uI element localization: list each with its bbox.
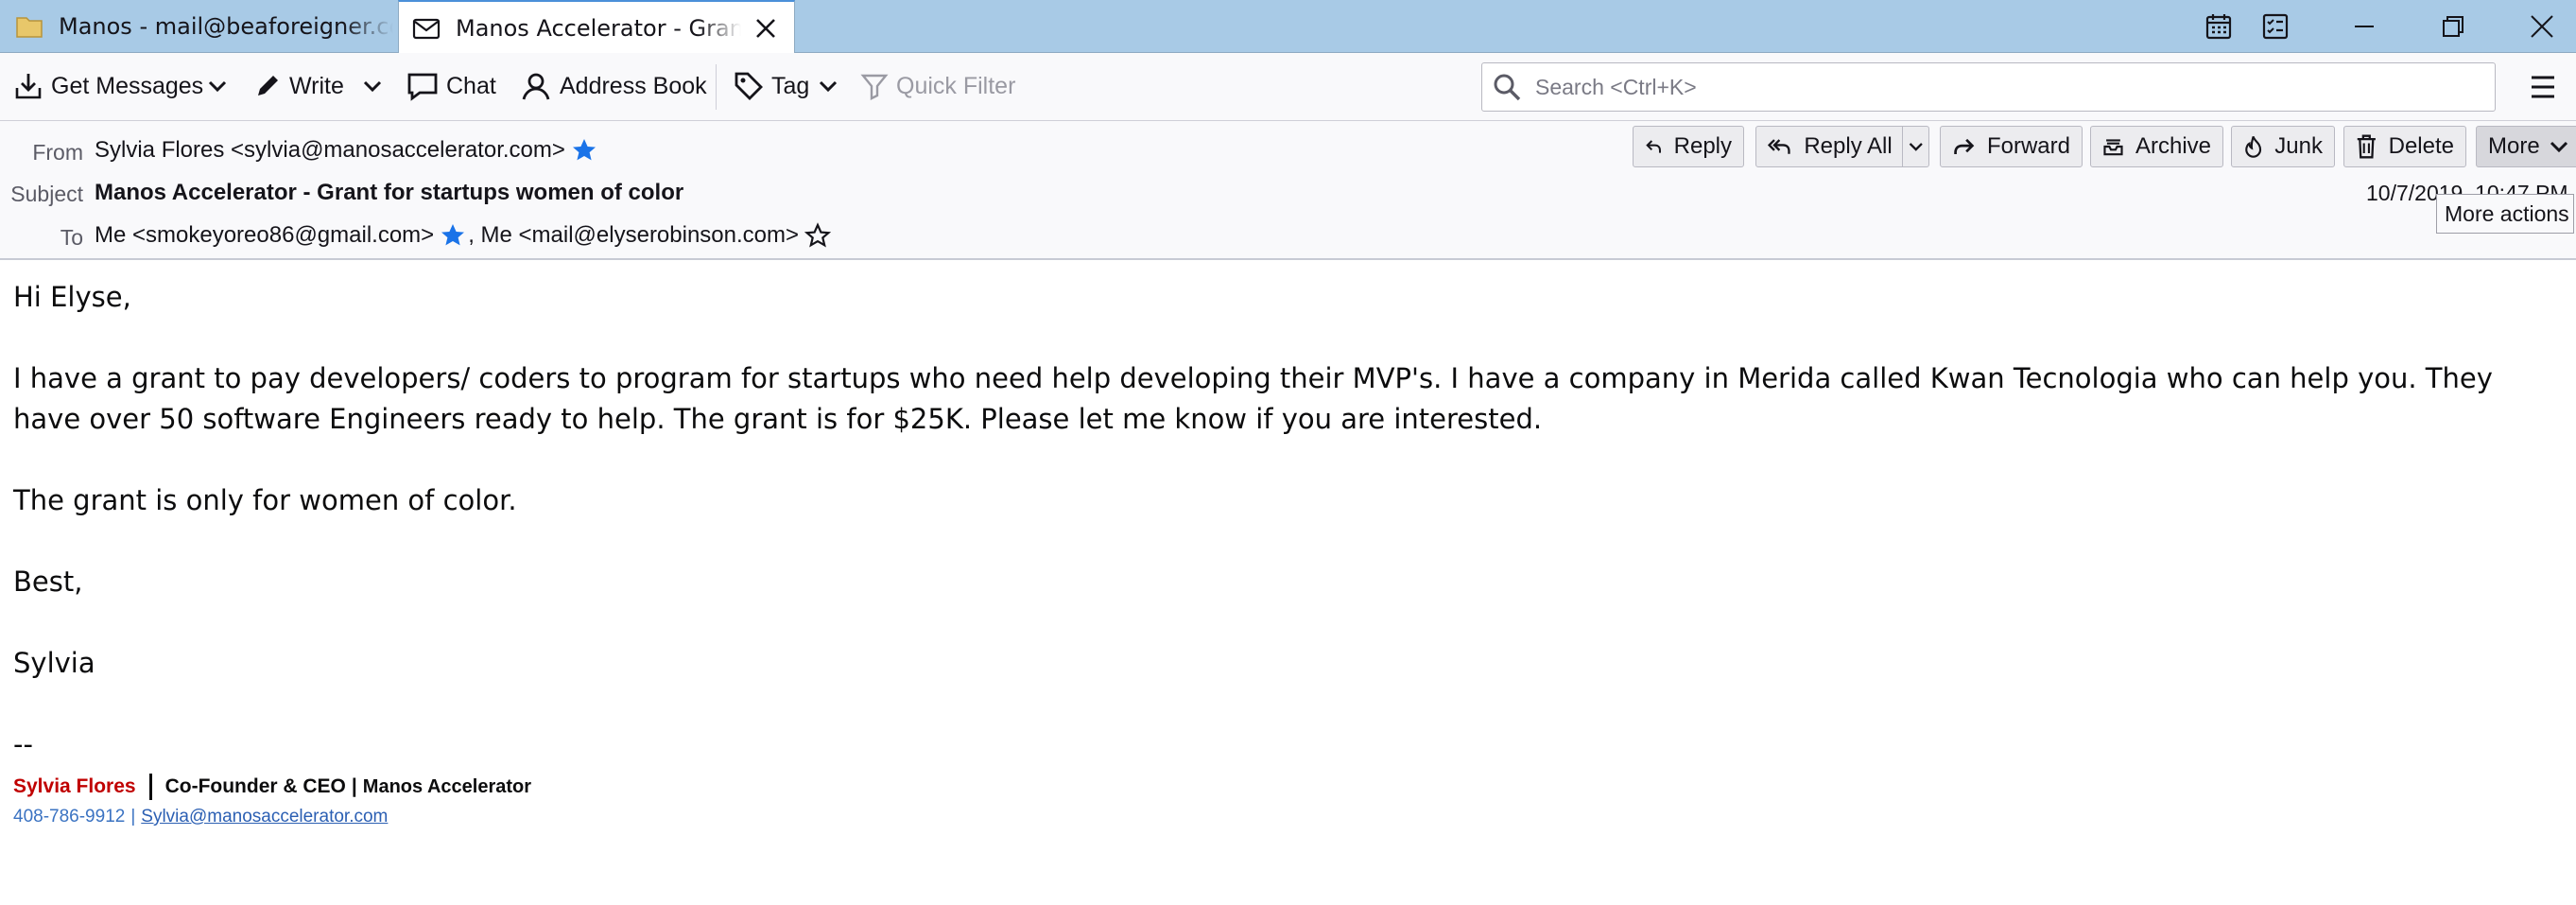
fire-icon xyxy=(2245,136,2262,158)
to-label: To xyxy=(60,225,83,250)
tag-icon xyxy=(735,72,763,100)
signature-phone: 408-786-9912 xyxy=(13,807,126,827)
signature-phone-divider: | xyxy=(130,807,136,827)
signature-separator: -- xyxy=(13,728,33,760)
reply-label: Reply xyxy=(1673,133,1732,159)
close-tab-icon[interactable] xyxy=(749,11,783,45)
star-filled-icon[interactable] xyxy=(440,222,466,249)
write-button[interactable]: Write xyxy=(253,64,344,108)
address-book-label: Address Book xyxy=(560,72,707,99)
subject-label: Subject xyxy=(10,182,83,206)
closing: Best, xyxy=(13,566,83,598)
reply-button[interactable]: Reply xyxy=(1633,126,1744,167)
chevron-down-icon xyxy=(208,80,227,93)
chat-icon xyxy=(407,73,438,101)
reply-all-icon xyxy=(1768,139,1790,154)
chat-label: Chat xyxy=(446,72,496,99)
signature-email-link[interactable]: Sylvia@manosaccelerator.com xyxy=(141,807,388,827)
get-messages-label: Get Messages xyxy=(51,72,204,99)
message-header: From Sylvia Flores <sylvia@manosaccelera… xyxy=(0,121,2576,260)
chat-button[interactable]: Chat xyxy=(406,64,496,108)
tab-message[interactable]: Manos Accelerator - Grant for startups w… xyxy=(398,0,795,54)
folder-icon xyxy=(15,12,43,41)
tab-title: Manos - mail@beaforeigner.com xyxy=(59,13,393,40)
archive-icon xyxy=(2103,139,2123,156)
minimize-icon[interactable] xyxy=(2337,0,2392,53)
signature-role-divider: | xyxy=(351,775,357,797)
chevron-down-icon xyxy=(363,80,382,93)
quick-filter-label: Quick Filter xyxy=(896,72,1016,99)
filter-icon xyxy=(860,74,889,100)
forward-icon xyxy=(1954,138,1975,155)
envelope-icon xyxy=(412,14,441,43)
search-icon xyxy=(1494,74,1521,101)
chevron-down-icon[interactable] xyxy=(1909,140,1924,153)
button-divider xyxy=(1901,127,1903,166)
quick-filter-button[interactable]: Quick Filter xyxy=(860,64,1015,108)
tab-strip: Manos - mail@beaforeigner.com Manos Acce… xyxy=(0,0,2576,54)
more-button[interactable]: More xyxy=(2476,126,2576,167)
download-icon xyxy=(15,74,42,99)
forward-button[interactable]: Forward xyxy=(1940,126,2083,167)
body-paragraph: The grant is only for women of color. xyxy=(13,484,517,516)
archive-button[interactable]: Archive xyxy=(2090,126,2223,167)
signature-block: Sylvia Flores Co-Founder & CEO | Manos A… xyxy=(13,772,531,830)
archive-label: Archive xyxy=(2135,133,2211,159)
tag-label: Tag xyxy=(771,72,810,99)
tab-title: Manos Accelerator - Grant for startups w… xyxy=(456,14,741,42)
from-label: From xyxy=(32,140,83,165)
junk-label: Junk xyxy=(2274,133,2323,159)
get-messages-button[interactable]: Get Messages xyxy=(13,64,203,108)
close-icon[interactable] xyxy=(2515,0,2569,53)
tasks-icon[interactable] xyxy=(2248,0,2303,53)
calendar-icon[interactable] xyxy=(2191,0,2246,53)
to-recipient-2[interactable]: , Me <mail@elyserobinson.com> xyxy=(468,222,799,249)
forward-label: Forward xyxy=(1986,133,2070,159)
delete-button[interactable]: Delete xyxy=(2343,126,2466,167)
signature-company: Manos Accelerator xyxy=(362,775,532,797)
contacts-icon xyxy=(522,73,550,100)
from-field[interactable]: Sylvia Flores <sylvia@manosaccelerator.c… xyxy=(95,137,597,164)
chevron-down-icon xyxy=(2550,141,2567,153)
main-toolbar: Get Messages Write Chat Address Book Tag… xyxy=(0,53,2576,121)
app-menu-icon[interactable] xyxy=(2526,70,2560,104)
toolbar-divider xyxy=(716,64,717,110)
star-outline-icon[interactable] xyxy=(804,222,832,249)
message-body: Hi Elyse, I have a grant to pay develope… xyxy=(13,277,2556,806)
pencil-icon xyxy=(258,76,278,96)
reply-icon xyxy=(1646,140,1661,153)
restore-icon[interactable] xyxy=(2426,0,2481,53)
reply-all-button[interactable]: Reply All xyxy=(1755,126,1929,167)
more-label: More xyxy=(2488,133,2540,159)
body-paragraph: I have a grant to pay developers/ coders… xyxy=(13,362,2493,435)
write-label: Write xyxy=(289,72,344,99)
signature-divider xyxy=(148,774,152,800)
greeting: Hi Elyse, xyxy=(13,281,131,313)
tab-inbox[interactable]: Manos - mail@beaforeigner.com xyxy=(0,0,393,53)
search-box[interactable] xyxy=(1481,62,2496,112)
to-recipient-1[interactable]: Me <smokeyoreo86@gmail.com> xyxy=(95,222,434,249)
signature-role: Co-Founder & CEO xyxy=(164,775,346,797)
delete-label: Delete xyxy=(2388,133,2454,159)
from-value: Sylvia Flores <sylvia@manosaccelerator.c… xyxy=(95,137,565,163)
star-filled-icon[interactable] xyxy=(571,137,597,164)
junk-button[interactable]: Junk xyxy=(2231,126,2335,167)
subject-value: Manos Accelerator - Grant for startups w… xyxy=(95,180,684,205)
get-messages-dropdown[interactable] xyxy=(204,64,231,108)
address-book-button[interactable]: Address Book xyxy=(520,64,707,108)
tag-button[interactable]: Tag xyxy=(734,64,845,108)
write-dropdown[interactable] xyxy=(359,64,386,108)
more-actions-tooltip: More actions xyxy=(2436,194,2574,234)
sender-name: Sylvia xyxy=(13,647,95,679)
trash-icon xyxy=(2357,134,2376,159)
signature-name: Sylvia Flores xyxy=(13,775,136,797)
chevron-down-icon xyxy=(820,80,838,93)
to-field: Me <smokeyoreo86@gmail.com> , Me <mail@e… xyxy=(95,222,832,249)
search-input[interactable] xyxy=(1533,67,2495,107)
reply-all-label: Reply All xyxy=(1804,133,1893,159)
